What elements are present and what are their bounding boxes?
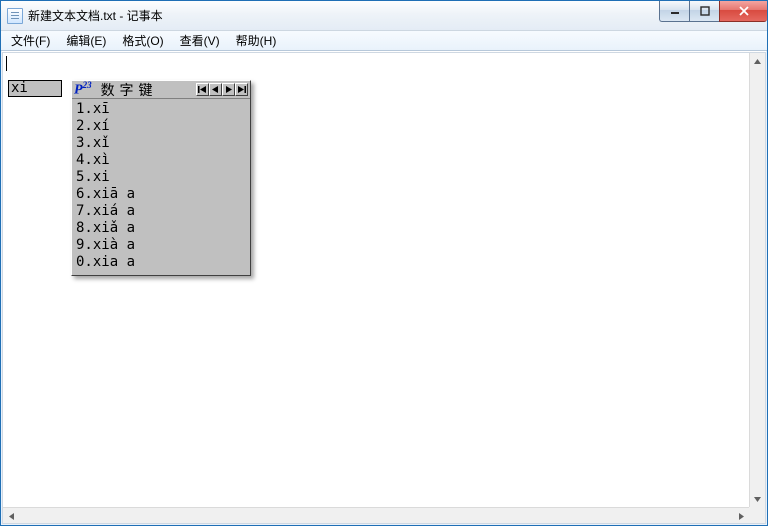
ime-logo: P23 [74,80,92,99]
ime-mode-label: 数字键 [95,80,196,100]
minimize-button[interactable] [659,1,689,22]
ime-candidate-item[interactable]: 9.xià a [76,237,246,254]
ime-candidate-item[interactable]: 8.xiǎ a [76,220,246,237]
vertical-scrollbar[interactable] [749,53,765,507]
maximize-button[interactable] [689,1,719,22]
text-caret [6,56,7,71]
ime-prev-button[interactable] [209,83,222,96]
app-window: 新建文本文档.txt - 记事本 文件(F) 编辑(E) 格式(O) 查看(V)… [0,0,768,526]
ime-candidate-list: 1.xī2.xí3.xǐ4.xì5.xi6.xiā a7.xiá a8.xiǎ … [72,99,250,275]
minimize-icon [670,6,680,16]
close-icon [738,6,750,16]
chevron-left-icon [7,512,16,521]
client-area: xi P23 数字键 [2,52,766,524]
app-icon [7,8,23,24]
ime-header: P23 数字键 [72,81,250,99]
ime-candidate-item[interactable]: 5.xi [76,169,246,186]
menu-format[interactable]: 格式(O) [114,30,171,51]
ime-candidate-item[interactable]: 3.xǐ [76,135,246,152]
scroll-corner [749,507,765,523]
menu-edit[interactable]: 编辑(E) [58,30,114,51]
ime-candidate-item[interactable]: 6.xiā a [76,186,246,203]
ime-nav [196,83,248,96]
horizontal-scrollbar[interactable] [3,507,749,523]
ime-composition-text: xi [11,80,28,96]
ime-first-button[interactable] [196,83,209,96]
window-buttons [659,1,767,22]
close-button[interactable] [719,1,767,22]
chevron-down-icon [753,495,762,504]
ime-candidate-window[interactable]: P23 数字键 1.xī2.xí3.xǐ4 [71,80,251,276]
ime-candidate-item[interactable]: 1.xī [76,101,246,118]
prev-icon [211,85,220,94]
ime-candidate-item[interactable]: 4.xì [76,152,246,169]
chevron-right-icon [737,512,746,521]
ime-last-button[interactable] [235,83,248,96]
next-icon [224,85,233,94]
menu-help[interactable]: 帮助(H) [228,30,285,51]
last-icon [237,85,246,94]
maximize-icon [700,6,710,16]
ime-next-button[interactable] [222,83,235,96]
menu-file[interactable]: 文件(F) [3,30,58,51]
scroll-down-button[interactable] [750,491,765,507]
ime-candidate-item[interactable]: 7.xiá a [76,203,246,220]
ime-candidate-item[interactable]: 0.xia a [76,254,246,271]
titlebar[interactable]: 新建文本文档.txt - 记事本 [1,1,767,31]
menu-view[interactable]: 查看(V) [172,30,228,51]
chevron-up-icon [753,57,762,66]
scroll-left-button[interactable] [3,508,19,524]
ime-candidate-item[interactable]: 2.xí [76,118,246,135]
window-title: 新建文本文档.txt - 记事本 [28,7,163,24]
scroll-up-button[interactable] [750,53,765,69]
first-icon [198,85,207,94]
ime-composition-box[interactable]: xi [8,80,62,97]
scroll-right-button[interactable] [733,508,749,524]
menubar: 文件(F) 编辑(E) 格式(O) 查看(V) 帮助(H) [1,31,767,51]
